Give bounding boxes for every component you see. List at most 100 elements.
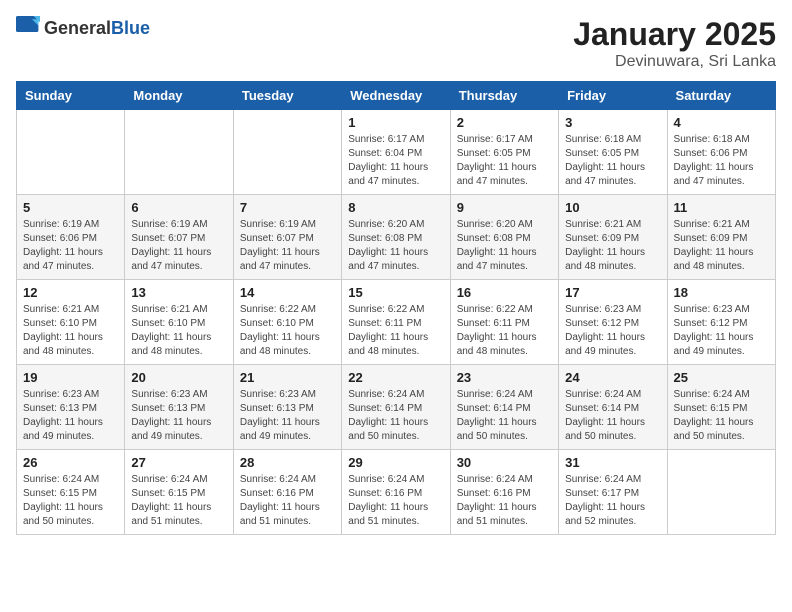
calendar-cell: 19Sunrise: 6:23 AM Sunset: 6:13 PM Dayli…	[17, 365, 125, 450]
calendar-cell: 1 Sunrise: 6:17 AM Sunset: 6:04 PM Daylig…	[342, 110, 450, 195]
day-info: Sunrise: 6:24 AM Sunset: 6:14 PM Dayligh…	[348, 388, 443, 444]
logo-blue: Blue	[111, 18, 150, 38]
calendar-body: 1 Sunrise: 6:17 AM Sunset: 6:04 PM Daylig…	[17, 110, 776, 535]
day-number: 6	[131, 200, 226, 215]
day-number: 13	[131, 285, 226, 300]
day-number: 9	[457, 200, 552, 215]
calendar-cell: 23Sunrise: 6:24 AM Sunset: 6:14 PM Dayli…	[450, 365, 558, 450]
day-info: Sunrise: 6:23 AM Sunset: 6:13 PM Dayligh…	[23, 388, 118, 444]
day-number: 17	[565, 285, 660, 300]
day-number: 15	[348, 285, 443, 300]
calendar-cell: 11Sunrise: 6:21 AM Sunset: 6:09 PM Dayli…	[667, 195, 775, 280]
location-title: Devinuwara, Sri Lanka	[573, 53, 776, 71]
day-number: 2	[457, 115, 552, 130]
day-info: Sunrise: 6:19 AM Sunset: 6:07 PM Dayligh…	[131, 218, 226, 274]
day-number: 29	[348, 455, 443, 470]
day-info: Sunrise: 6:24 AM Sunset: 6:15 PM Dayligh…	[131, 473, 226, 529]
calendar-cell	[125, 110, 233, 195]
calendar-cell: 28Sunrise: 6:24 AM Sunset: 6:16 PM Dayli…	[233, 450, 341, 535]
day-info: Sunrise: 6:24 AM Sunset: 6:17 PM Dayligh…	[565, 473, 660, 529]
day-info: Sunrise: 6:24 AM Sunset: 6:15 PM Dayligh…	[23, 473, 118, 529]
day-info: Sunrise: 6:17 AM Sunset: 6:05 PM Dayligh…	[457, 133, 552, 189]
logo-general: General	[44, 18, 111, 38]
week-row-4: 26 Sunrise: 6:24 AM Sunset: 6:15 PM Dayli…	[17, 450, 776, 535]
calendar-cell: 31 Sunrise: 6:24 AM Sunset: 6:17 PM Dayli…	[559, 450, 667, 535]
day-info: Sunrise: 6:24 AM Sunset: 6:16 PM Dayligh…	[457, 473, 552, 529]
day-info: Sunrise: 6:23 AM Sunset: 6:12 PM Dayligh…	[674, 303, 769, 359]
calendar-cell	[233, 110, 341, 195]
day-number: 31	[565, 455, 660, 470]
day-info: Sunrise: 6:19 AM Sunset: 6:07 PM Dayligh…	[240, 218, 335, 274]
calendar-cell: 2 Sunrise: 6:17 AM Sunset: 6:05 PM Daylig…	[450, 110, 558, 195]
calendar-cell: 3Sunrise: 6:18 AM Sunset: 6:05 PM Daylig…	[559, 110, 667, 195]
day-number: 22	[348, 370, 443, 385]
day-number: 7	[240, 200, 335, 215]
month-title: January 2025	[573, 16, 776, 53]
calendar-cell: 30 Sunrise: 6:24 AM Sunset: 6:16 PM Dayli…	[450, 450, 558, 535]
calendar-cell: 25 Sunrise: 6:24 AM Sunset: 6:15 PM Dayli…	[667, 365, 775, 450]
day-number: 12	[23, 285, 118, 300]
day-info: Sunrise: 6:21 AM Sunset: 6:10 PM Dayligh…	[23, 303, 118, 359]
calendar-cell: 6 Sunrise: 6:19 AM Sunset: 6:07 PM Daylig…	[125, 195, 233, 280]
day-number: 18	[674, 285, 769, 300]
week-row-2: 12 Sunrise: 6:21 AM Sunset: 6:10 PM Dayli…	[17, 280, 776, 365]
logo: GeneralBlue	[16, 16, 150, 40]
calendar-cell: 26 Sunrise: 6:24 AM Sunset: 6:15 PM Dayli…	[17, 450, 125, 535]
day-number: 5	[23, 200, 118, 215]
day-number: 28	[240, 455, 335, 470]
day-number: 4	[674, 115, 769, 130]
calendar-cell: 13 Sunrise: 6:21 AM Sunset: 6:10 PM Dayli…	[125, 280, 233, 365]
day-number: 14	[240, 285, 335, 300]
calendar-cell: 14 Sunrise: 6:22 AM Sunset: 6:10 PM Dayli…	[233, 280, 341, 365]
calendar-cell: 5 Sunrise: 6:19 AM Sunset: 6:06 PM Daylig…	[17, 195, 125, 280]
day-info: Sunrise: 6:24 AM Sunset: 6:15 PM Dayligh…	[674, 388, 769, 444]
title-block: January 2025 Devinuwara, Sri Lanka	[573, 16, 776, 71]
day-number: 21	[240, 370, 335, 385]
day-info: Sunrise: 6:19 AM Sunset: 6:06 PM Dayligh…	[23, 218, 118, 274]
day-info: Sunrise: 6:21 AM Sunset: 6:09 PM Dayligh…	[565, 218, 660, 274]
day-number: 30	[457, 455, 552, 470]
calendar-cell: 9 Sunrise: 6:20 AM Sunset: 6:08 PM Daylig…	[450, 195, 558, 280]
calendar-cell: 21 Sunrise: 6:23 AM Sunset: 6:13 PM Dayli…	[233, 365, 341, 450]
day-info: Sunrise: 6:23 AM Sunset: 6:13 PM Dayligh…	[131, 388, 226, 444]
day-info: Sunrise: 6:22 AM Sunset: 6:11 PM Dayligh…	[457, 303, 552, 359]
day-number: 20	[131, 370, 226, 385]
calendar-cell: 7 Sunrise: 6:19 AM Sunset: 6:07 PM Daylig…	[233, 195, 341, 280]
day-info: Sunrise: 6:21 AM Sunset: 6:10 PM Dayligh…	[131, 303, 226, 359]
calendar-cell	[17, 110, 125, 195]
weekday-header-monday: Monday	[125, 82, 233, 110]
day-number: 27	[131, 455, 226, 470]
day-number: 25	[674, 370, 769, 385]
calendar-cell: 20 Sunrise: 6:23 AM Sunset: 6:13 PM Dayli…	[125, 365, 233, 450]
day-info: Sunrise: 6:20 AM Sunset: 6:08 PM Dayligh…	[457, 218, 552, 274]
calendar-cell: 4Sunrise: 6:18 AM Sunset: 6:06 PM Daylig…	[667, 110, 775, 195]
day-info: Sunrise: 6:23 AM Sunset: 6:13 PM Dayligh…	[240, 388, 335, 444]
week-row-3: 19Sunrise: 6:23 AM Sunset: 6:13 PM Dayli…	[17, 365, 776, 450]
calendar-cell: 10Sunrise: 6:21 AM Sunset: 6:09 PM Dayli…	[559, 195, 667, 280]
day-number: 1	[348, 115, 443, 130]
day-info: Sunrise: 6:24 AM Sunset: 6:14 PM Dayligh…	[565, 388, 660, 444]
calendar-cell: 17Sunrise: 6:23 AM Sunset: 6:12 PM Dayli…	[559, 280, 667, 365]
day-info: Sunrise: 6:22 AM Sunset: 6:10 PM Dayligh…	[240, 303, 335, 359]
day-number: 16	[457, 285, 552, 300]
weekday-header-sunday: Sunday	[17, 82, 125, 110]
weekday-header-friday: Friday	[559, 82, 667, 110]
day-number: 11	[674, 200, 769, 215]
day-info: Sunrise: 6:24 AM Sunset: 6:14 PM Dayligh…	[457, 388, 552, 444]
calendar-cell: 18 Sunrise: 6:23 AM Sunset: 6:12 PM Dayli…	[667, 280, 775, 365]
weekday-header-row: SundayMondayTuesdayWednesdayThursdayFrid…	[17, 82, 776, 110]
day-info: Sunrise: 6:22 AM Sunset: 6:11 PM Dayligh…	[348, 303, 443, 359]
day-number: 26	[23, 455, 118, 470]
weekday-header-tuesday: Tuesday	[233, 82, 341, 110]
calendar-cell	[667, 450, 775, 535]
week-row-0: 1 Sunrise: 6:17 AM Sunset: 6:04 PM Daylig…	[17, 110, 776, 195]
page-header: GeneralBlue January 2025 Devinuwara, Sri…	[16, 16, 776, 71]
week-row-1: 5 Sunrise: 6:19 AM Sunset: 6:06 PM Daylig…	[17, 195, 776, 280]
calendar-cell: 27 Sunrise: 6:24 AM Sunset: 6:15 PM Dayli…	[125, 450, 233, 535]
calendar-cell: 12 Sunrise: 6:21 AM Sunset: 6:10 PM Dayli…	[17, 280, 125, 365]
day-info: Sunrise: 6:24 AM Sunset: 6:16 PM Dayligh…	[348, 473, 443, 529]
calendar-cell: 15 Sunrise: 6:22 AM Sunset: 6:11 PM Dayli…	[342, 280, 450, 365]
day-info: Sunrise: 6:18 AM Sunset: 6:05 PM Dayligh…	[565, 133, 660, 189]
day-number: 24	[565, 370, 660, 385]
day-info: Sunrise: 6:17 AM Sunset: 6:04 PM Dayligh…	[348, 133, 443, 189]
